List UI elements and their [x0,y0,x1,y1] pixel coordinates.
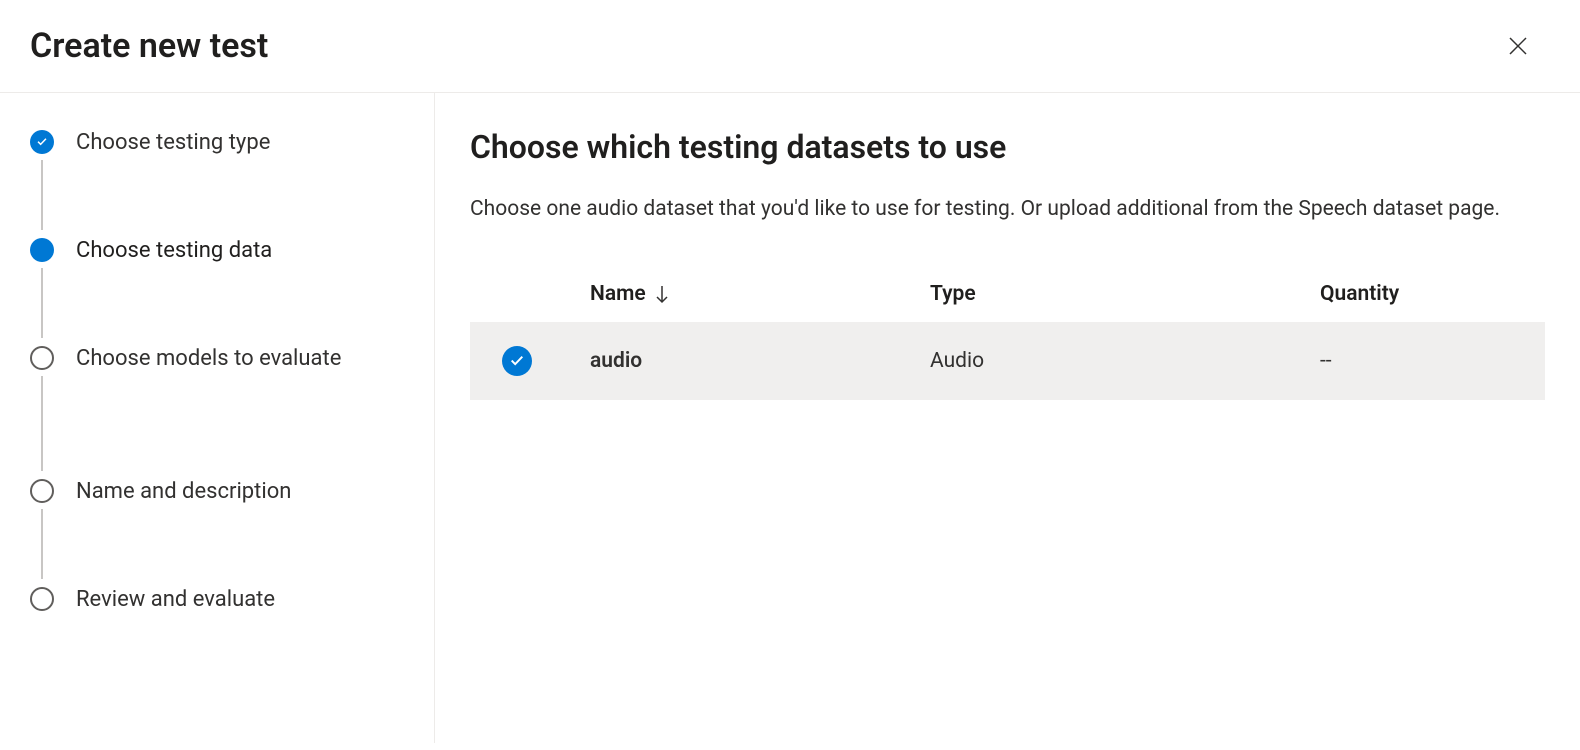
step-name-description[interactable]: Name and description [30,477,404,585]
step-choose-testing-data[interactable]: Choose testing data [30,236,404,344]
dialog-body: Choose testing type Choose testing data … [0,93,1580,743]
step-connector [41,268,43,338]
step-label: Choose testing type [76,128,270,159]
step-connector [41,509,43,579]
check-icon [36,136,48,148]
column-name-header[interactable]: Name [590,282,930,306]
step-label: Choose models to evaluate [76,344,341,375]
step-label: Review and evaluate [76,585,275,616]
row-name: audio [590,349,930,373]
row-type: Audio [930,349,1320,373]
wizard-sidebar: Choose testing type Choose testing data … [0,93,435,743]
step-review-evaluate[interactable]: Review and evaluate [30,585,404,616]
sort-down-icon [654,284,670,304]
step-connector [41,160,43,230]
step-choose-testing-type[interactable]: Choose testing type [30,128,404,236]
check-icon [509,353,525,369]
main-description: Choose one audio dataset that you'd like… [470,194,1520,226]
column-select [490,282,590,306]
close-button[interactable] [1496,24,1540,68]
step-label: Name and description [76,477,291,508]
table-row[interactable]: audio Audio -- [470,322,1545,400]
step-label: Choose testing data [76,236,272,267]
main-heading: Choose which testing datasets to use [470,128,1545,166]
row-quantity: -- [1320,349,1525,373]
step-marker-upcoming [30,479,54,503]
step-marker-completed [30,130,54,154]
close-icon [1506,34,1530,58]
datasets-table: Name Type Quantity audio [470,266,1545,400]
column-quantity-header[interactable]: Quantity [1320,282,1525,306]
step-marker-current [30,238,54,262]
step-marker-upcoming [30,587,54,611]
column-quantity-label: Quantity [1320,282,1399,306]
step-choose-models[interactable]: Choose models to evaluate [30,344,404,477]
main-content: Choose which testing datasets to use Cho… [435,93,1580,743]
column-type-label: Type [930,282,976,306]
step-connector [41,376,43,471]
wizard-steps: Choose testing type Choose testing data … [30,128,404,616]
dialog-header: Create new test [0,0,1580,93]
dialog-title: Create new test [30,26,268,66]
column-type-header[interactable]: Type [930,282,1320,306]
column-name-label: Name [590,282,646,306]
table-header: Name Type Quantity [470,266,1545,322]
row-selected-checkbox[interactable] [502,346,532,376]
step-marker-upcoming [30,346,54,370]
